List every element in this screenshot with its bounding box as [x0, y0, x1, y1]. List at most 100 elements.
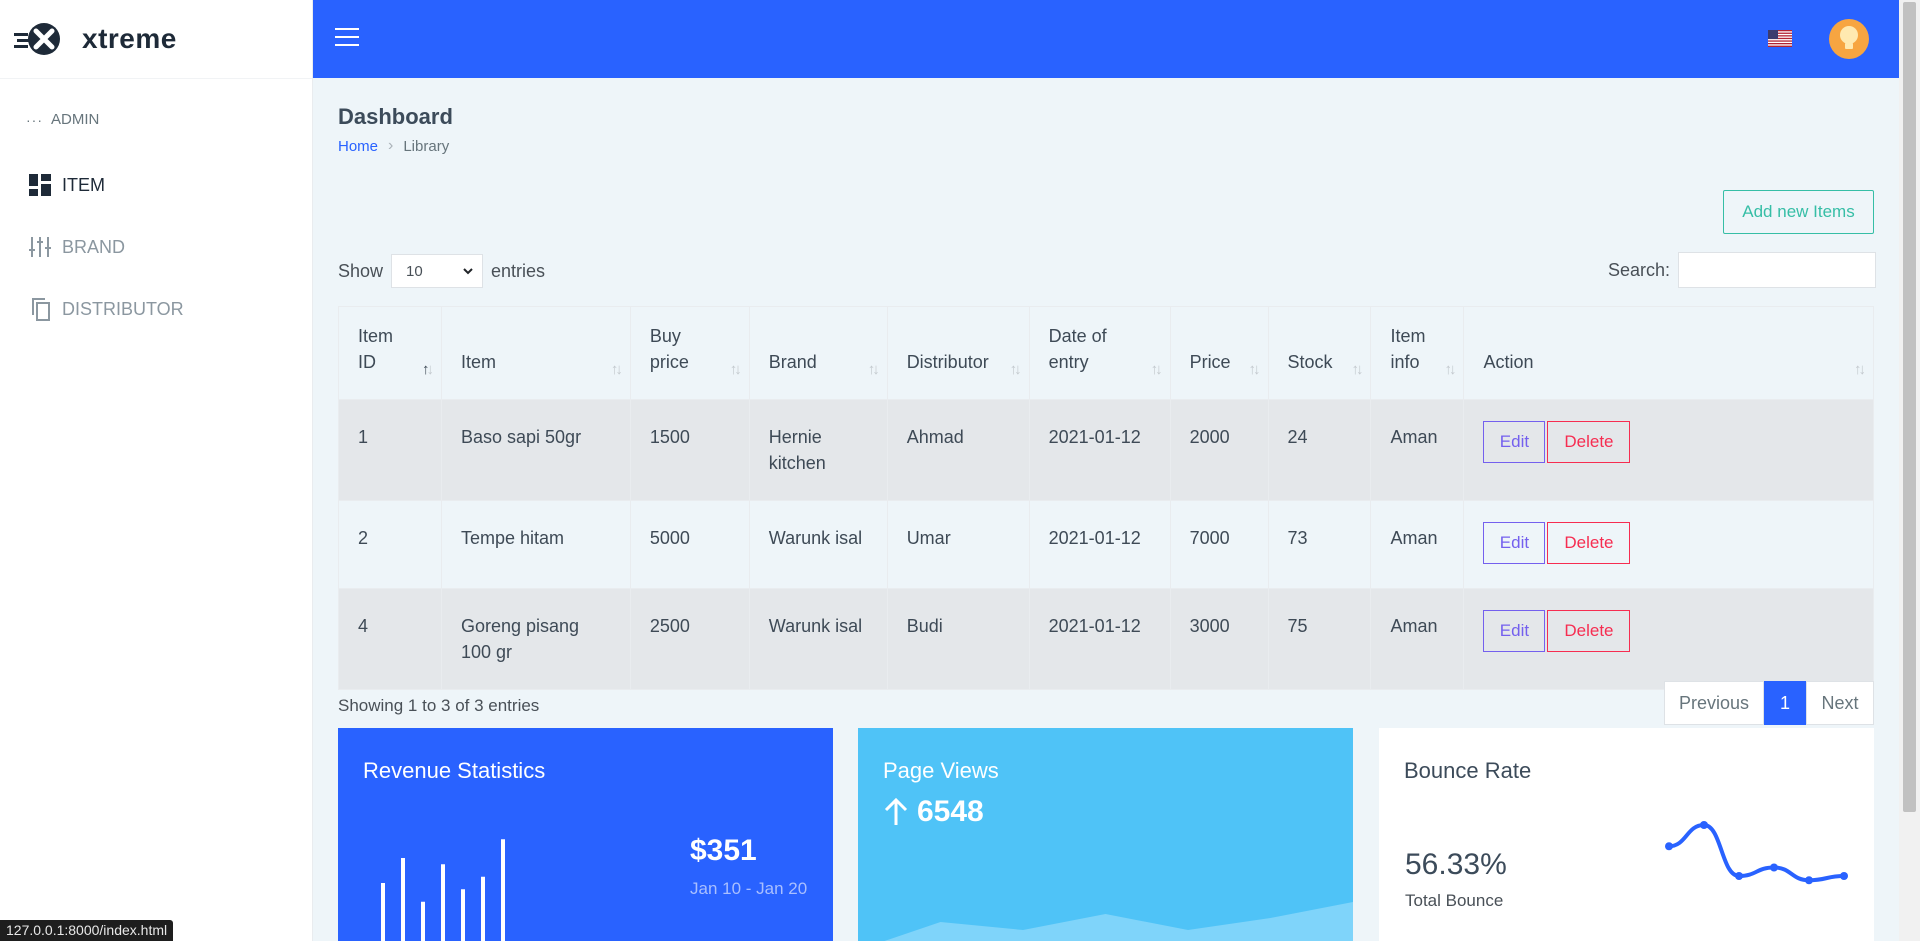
cell-buy-price: 5000: [629, 500, 750, 589]
page-views-title: Page Views: [883, 758, 999, 783]
search-label: Search:: [1608, 259, 1671, 280]
entries-label: entries: [491, 260, 546, 281]
cell-action: Edit Delete: [1463, 500, 1874, 589]
sort-icon: ↑↓: [1150, 361, 1163, 378]
sort-icon: ↑↓: [729, 361, 742, 378]
hamburger-icon[interactable]: [335, 28, 359, 48]
page-views-value: 6548: [917, 795, 984, 828]
delete-button[interactable]: Delete: [1547, 610, 1631, 652]
col-header-distributor[interactable]: Distributor ↑↓: [886, 306, 1030, 400]
page-views-value-row: 6548: [883, 795, 984, 829]
cell-distributor: Budi: [886, 588, 1030, 690]
bounce-point: [1700, 821, 1708, 829]
logo-icon: [14, 23, 60, 55]
sort-icon: ↑↓: [1248, 361, 1261, 378]
revenue-title: Revenue Statistics: [363, 758, 546, 783]
logo[interactable]: xtreme: [0, 0, 312, 79]
col-header-action[interactable]: Action ↑↓: [1463, 306, 1874, 400]
cell-brand: Hernie kitchen: [748, 399, 888, 501]
cell-item: Baso sapi 50gr: [440, 399, 631, 501]
cell-action: Edit Delete: [1463, 588, 1874, 690]
cell-price: 2000: [1169, 399, 1269, 501]
delete-button[interactable]: Delete: [1547, 522, 1631, 564]
cell-date: 2021-01-12: [1028, 588, 1171, 690]
sidebar-item-distributor[interactable]: DISTRIBUTOR: [0, 278, 312, 340]
page-views-area-chart: [884, 902, 1353, 941]
edit-button[interactable]: Edit: [1483, 522, 1546, 564]
search-input[interactable]: [1678, 252, 1877, 288]
sidebar-item-brand[interactable]: BRAND: [0, 216, 312, 278]
sidebar-nav: ITEM BRAND DISTRIBUTOR: [0, 154, 312, 340]
brand-name: xtreme: [82, 23, 177, 54]
breadcrumb-current: Library: [403, 137, 450, 155]
cell-item-id: 2: [338, 500, 442, 589]
sort-icon: ↑↓: [867, 361, 880, 378]
cell-item-id: 4: [338, 588, 442, 690]
us-flag-icon[interactable]: [1768, 30, 1792, 47]
cell-item-info: Aman: [1370, 399, 1465, 501]
scrollbar[interactable]: [1899, 0, 1920, 941]
col-header-item-id[interactable]: Item ID ↑↓: [338, 306, 442, 400]
cell-date: 2021-01-12: [1028, 500, 1171, 589]
revenue-bar: [441, 864, 445, 941]
entries-select-value: 10: [406, 262, 423, 280]
more-horizontal-icon: ···: [26, 111, 43, 128]
tune-icon: [28, 235, 52, 259]
status-bar-url: 127.0.0.1:8000/index.html: [0, 920, 174, 941]
col-header-buy-price[interactable]: Buy price ↑↓: [629, 306, 750, 400]
sidebar-item-label: BRAND: [62, 236, 126, 257]
add-new-items-button[interactable]: Add new Items: [1723, 190, 1874, 234]
sidebar-item-label: ITEM: [62, 174, 105, 195]
revenue-bar: [461, 889, 465, 941]
bounce-point: [1770, 863, 1778, 872]
cell-item-id: 1: [338, 399, 442, 501]
cell-distributor: Umar: [886, 500, 1030, 589]
col-header-date[interactable]: Date of entry ↑↓: [1028, 306, 1171, 400]
bounce-point: [1665, 842, 1673, 851]
chevron-down-icon: [463, 268, 473, 275]
revenue-bar: [381, 883, 385, 941]
revenue-range: Jan 10 - Jan 20: [690, 879, 808, 898]
edit-button[interactable]: Edit: [1483, 421, 1546, 463]
bounce-point: [1805, 876, 1813, 885]
pagination: Previous 1 Next: [1664, 681, 1874, 725]
sidebar: xtreme ··· ADMIN ITEM BRAND DISTRIBUTOR: [0, 0, 313, 941]
cell-distributor: Ahmad: [886, 399, 1030, 501]
page-title: Dashboard: [338, 104, 453, 129]
revenue-bar: [501, 839, 505, 941]
sort-icon: ↑↓: [1351, 361, 1363, 378]
col-header-stock[interactable]: Stock ↑↓: [1267, 306, 1372, 400]
delete-button[interactable]: Delete: [1547, 421, 1631, 463]
profile-avatar[interactable]: [1829, 19, 1869, 59]
col-header-price[interactable]: Price ↑↓: [1169, 306, 1269, 400]
table-row: 4 Goreng pisang 100 gr 2500 Warunk isal …: [338, 588, 1874, 690]
cell-price: 3000: [1169, 588, 1269, 690]
previous-button[interactable]: Previous: [1664, 681, 1764, 725]
cell-action: Edit Delete: [1463, 399, 1874, 501]
bounce-rate-card: Bounce Rate 56.33% Total Bounce: [1379, 728, 1874, 941]
breadcrumb-home[interactable]: Home: [338, 138, 378, 155]
col-header-item-info[interactable]: Item info ↑↓: [1370, 306, 1465, 400]
entries-select[interactable]: 10: [391, 254, 484, 288]
lightbulb-icon: [1840, 26, 1858, 49]
copy-icon: [28, 297, 52, 321]
page-button-current[interactable]: 1: [1764, 681, 1806, 725]
table-info: Showing 1 to 3 of 3 entries: [338, 696, 540, 715]
entries-length-control: Show 10 entries: [338, 254, 545, 288]
cell-stock: 75: [1267, 588, 1372, 690]
edit-button[interactable]: Edit: [1483, 610, 1546, 652]
revenue-bar: [401, 858, 405, 941]
col-header-item[interactable]: Item ↑↓: [440, 306, 631, 400]
scrollbar-thumb[interactable]: [1903, 2, 1916, 812]
sort-icon: ↑↓: [1854, 361, 1866, 378]
col-header-brand[interactable]: Brand ↑↓: [748, 306, 888, 400]
revenue-bar: [421, 901, 425, 941]
breadcrumb: Home › Library: [338, 137, 449, 155]
next-button[interactable]: Next: [1806, 681, 1874, 725]
cell-stock: 73: [1267, 500, 1372, 589]
cell-brand: Warunk isal: [748, 500, 888, 589]
revenue-bar: [481, 876, 485, 941]
sidebar-item-item[interactable]: ITEM: [0, 154, 312, 216]
page-views-card: Page Views 6548: [858, 728, 1353, 941]
revenue-card: Revenue Statistics $351 Jan 10 - Jan 20: [338, 728, 833, 941]
